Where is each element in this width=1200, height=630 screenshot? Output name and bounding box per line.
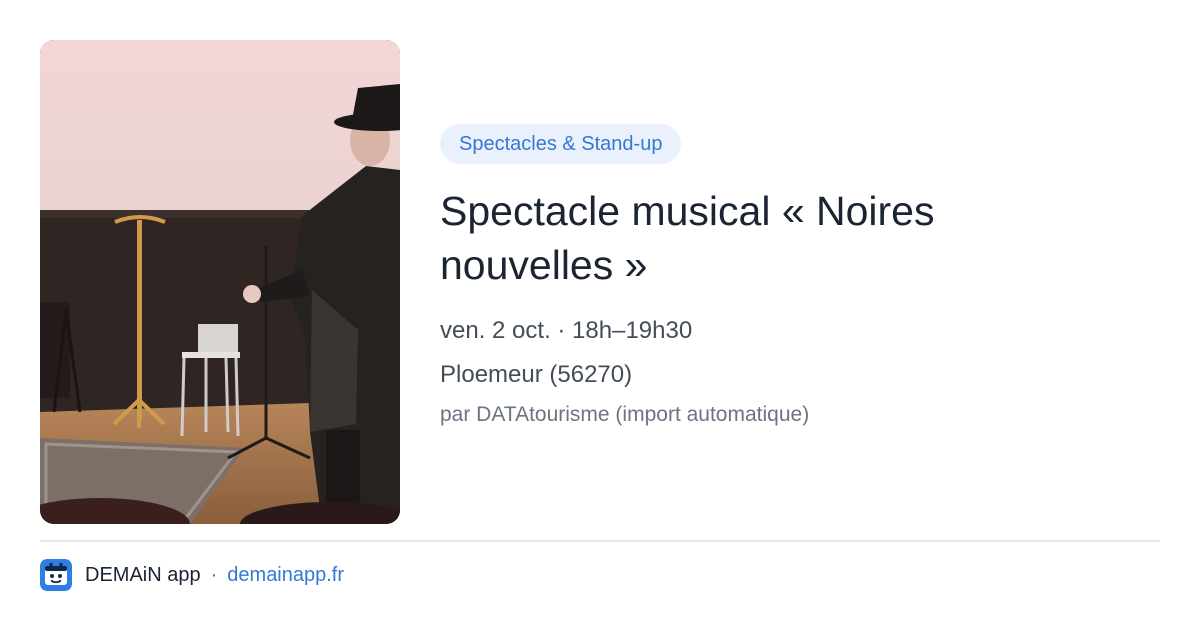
demain-app-logo-icon[interactable] [40, 559, 72, 591]
event-details: Spectacles & Stand-up Spectacle musical … [440, 124, 1160, 428]
category-badge[interactable]: Spectacles & Stand-up [440, 124, 682, 164]
footer-separator: · [210, 563, 218, 586]
event-title[interactable]: Spectacle musical « Noires nouvelles » [440, 184, 1080, 292]
event-datetime: ven. 2 oct. · 18h–19h30 [440, 317, 693, 344]
event-photo-illustration [40, 40, 400, 524]
event-source: par DATAtourisme (import automatique) [440, 403, 810, 426]
footer: DEMAiN app · demainapp.fr [40, 558, 344, 592]
footer-divider [40, 540, 1160, 542]
site-link[interactable]: demainapp.fr [227, 564, 344, 587]
event-location: Ploemeur (56270) [440, 361, 633, 388]
app-name: DEMAiN app [85, 563, 201, 586]
event-photo [40, 40, 400, 524]
